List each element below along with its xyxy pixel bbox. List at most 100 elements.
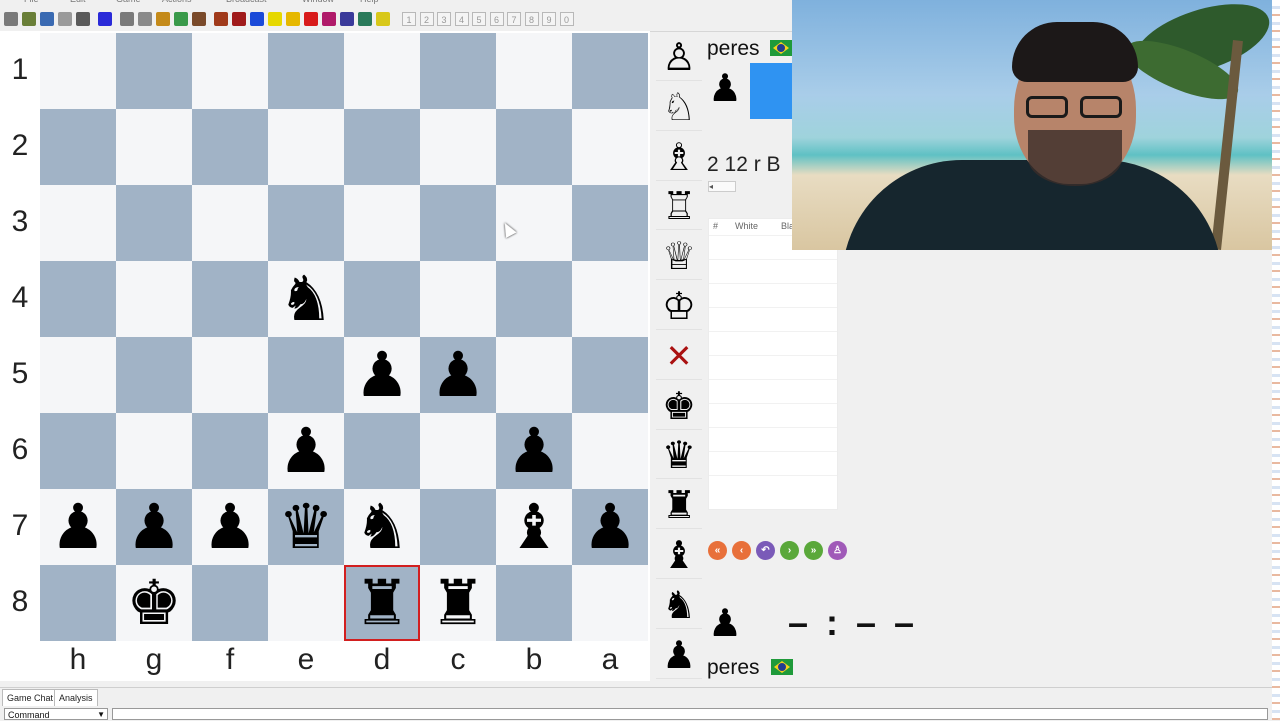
menu-window[interactable]: Window bbox=[302, 0, 334, 4]
square-g3[interactable] bbox=[116, 185, 192, 261]
house-icon[interactable] bbox=[156, 12, 170, 26]
square-g1[interactable] bbox=[116, 33, 192, 109]
palette-black-queen-icon[interactable]: ♛ bbox=[656, 432, 702, 480]
black-rook-icon[interactable]: ♜ bbox=[430, 572, 486, 634]
command-select[interactable]: Command ▼ bbox=[4, 708, 108, 720]
square-d2[interactable] bbox=[344, 109, 420, 185]
square-a3[interactable] bbox=[572, 185, 648, 261]
palette-clear-square-icon[interactable]: ✕ bbox=[656, 333, 702, 380]
toolbar-number-8[interactable]: 8 bbox=[524, 12, 539, 26]
palette-white-bishop-icon[interactable]: ♗ bbox=[656, 134, 702, 181]
palette-white-pawn-icon[interactable]: ♙ bbox=[656, 34, 702, 81]
black-pawn-icon[interactable]: ♟ bbox=[50, 496, 106, 558]
square-h7[interactable]: ♟ bbox=[40, 489, 116, 565]
square-e7[interactable]: ♛ bbox=[268, 489, 344, 565]
square-g5[interactable] bbox=[116, 337, 192, 413]
menu-file[interactable]: File bbox=[24, 0, 39, 4]
square-e2[interactable] bbox=[268, 109, 344, 185]
first-move-button[interactable]: « bbox=[708, 541, 727, 560]
players-icon[interactable] bbox=[214, 12, 228, 26]
square-a8[interactable] bbox=[572, 565, 648, 641]
square-a4[interactable] bbox=[572, 261, 648, 337]
square-a6[interactable] bbox=[572, 413, 648, 489]
square-f8[interactable] bbox=[192, 565, 268, 641]
black-pawn-icon[interactable]: ♟ bbox=[278, 420, 334, 482]
square-a1[interactable] bbox=[572, 33, 648, 109]
menu-broadcast[interactable]: Broadcast bbox=[226, 0, 267, 4]
book-2-icon[interactable] bbox=[286, 12, 300, 26]
square-f6[interactable] bbox=[192, 413, 268, 489]
next-move-button[interactable]: › bbox=[780, 541, 799, 560]
black-knight-icon[interactable]: ♞ bbox=[278, 268, 334, 330]
square-e8[interactable] bbox=[268, 565, 344, 641]
square-e4[interactable]: ♞ bbox=[268, 261, 344, 337]
flip-board-icon[interactable] bbox=[98, 12, 112, 26]
book-7-icon[interactable] bbox=[376, 12, 390, 26]
square-c4[interactable] bbox=[420, 261, 496, 337]
black-pawn-icon[interactable]: ♟ bbox=[430, 344, 486, 406]
square-d5[interactable]: ♟ bbox=[344, 337, 420, 413]
open-icon[interactable] bbox=[22, 12, 36, 26]
palette-black-rook-icon[interactable]: ♜ bbox=[656, 482, 702, 530]
square-h8[interactable] bbox=[40, 565, 116, 641]
square-h2[interactable] bbox=[40, 109, 116, 185]
database-icon[interactable] bbox=[232, 12, 246, 26]
tab-analysis[interactable]: Analysis bbox=[54, 689, 98, 707]
square-b7[interactable]: ♝ bbox=[496, 489, 572, 565]
square-g6[interactable] bbox=[116, 413, 192, 489]
command-input[interactable] bbox=[112, 708, 1268, 720]
square-b8[interactable] bbox=[496, 565, 572, 641]
square-f2[interactable] bbox=[192, 109, 268, 185]
palette-black-knight-icon[interactable]: ♞ bbox=[656, 582, 702, 629]
square-c3[interactable] bbox=[420, 185, 496, 261]
palette-black-bishop-icon[interactable]: ♝ bbox=[656, 532, 702, 579]
palette-white-queen-icon[interactable]: ♕ bbox=[656, 233, 702, 281]
palette-black-pawn-icon[interactable]: ♟ bbox=[656, 632, 702, 679]
undo-move-button[interactable]: ↶ bbox=[756, 541, 775, 560]
square-e3[interactable] bbox=[268, 185, 344, 261]
save-icon[interactable] bbox=[40, 12, 54, 26]
new-board-icon[interactable] bbox=[4, 12, 18, 26]
square-g2[interactable] bbox=[116, 109, 192, 185]
menu-game[interactable]: Game bbox=[116, 0, 141, 4]
black-pawn-icon[interactable]: ♟ bbox=[506, 420, 562, 482]
toolbar-number-7[interactable]: 7 bbox=[507, 12, 521, 26]
square-f1[interactable] bbox=[192, 33, 268, 109]
toolbar-number-5[interactable]: 5 bbox=[472, 12, 486, 26]
square-h3[interactable] bbox=[40, 185, 116, 261]
square-h6[interactable] bbox=[40, 413, 116, 489]
black-queen-icon[interactable]: ♛ bbox=[278, 496, 334, 558]
setup-board-icon[interactable] bbox=[120, 12, 134, 26]
square-e5[interactable] bbox=[268, 337, 344, 413]
palette-black-king-icon[interactable]: ♚ bbox=[656, 383, 702, 430]
book-6-icon[interactable] bbox=[358, 12, 372, 26]
menu-actions[interactable]: Actions bbox=[162, 0, 192, 4]
square-f5[interactable] bbox=[192, 337, 268, 413]
book-4-icon[interactable] bbox=[322, 12, 336, 26]
move-list[interactable]: # White Bla bbox=[708, 218, 838, 510]
black-king-icon[interactable]: ♚ bbox=[126, 572, 182, 634]
square-d8[interactable]: ♜ bbox=[344, 565, 420, 641]
square-g4[interactable] bbox=[116, 261, 192, 337]
prev-move-button[interactable]: ‹ bbox=[732, 541, 751, 560]
square-b5[interactable] bbox=[496, 337, 572, 413]
square-b1[interactable] bbox=[496, 33, 572, 109]
window-icon[interactable] bbox=[138, 12, 152, 26]
paste-icon[interactable] bbox=[76, 12, 90, 26]
black-pawn-icon[interactable]: ♟ bbox=[354, 344, 410, 406]
book-1-icon[interactable] bbox=[268, 12, 282, 26]
square-a2[interactable] bbox=[572, 109, 648, 185]
square-d3[interactable] bbox=[344, 185, 420, 261]
square-b4[interactable] bbox=[496, 261, 572, 337]
toolbar-number-1[interactable]: 1 bbox=[402, 12, 416, 26]
book-5-icon[interactable] bbox=[340, 12, 354, 26]
tab-game-chat[interactable]: Game Chat bbox=[2, 689, 59, 707]
square-c5[interactable]: ♟ bbox=[420, 337, 496, 413]
grid-icon[interactable] bbox=[174, 12, 188, 26]
toolbar-number-3[interactable]: 3 bbox=[437, 12, 451, 26]
square-f7[interactable]: ♟ bbox=[192, 489, 268, 565]
square-c7[interactable] bbox=[420, 489, 496, 565]
square-d7[interactable]: ♞ bbox=[344, 489, 420, 565]
book-3-icon[interactable] bbox=[304, 12, 318, 26]
square-h4[interactable] bbox=[40, 261, 116, 337]
